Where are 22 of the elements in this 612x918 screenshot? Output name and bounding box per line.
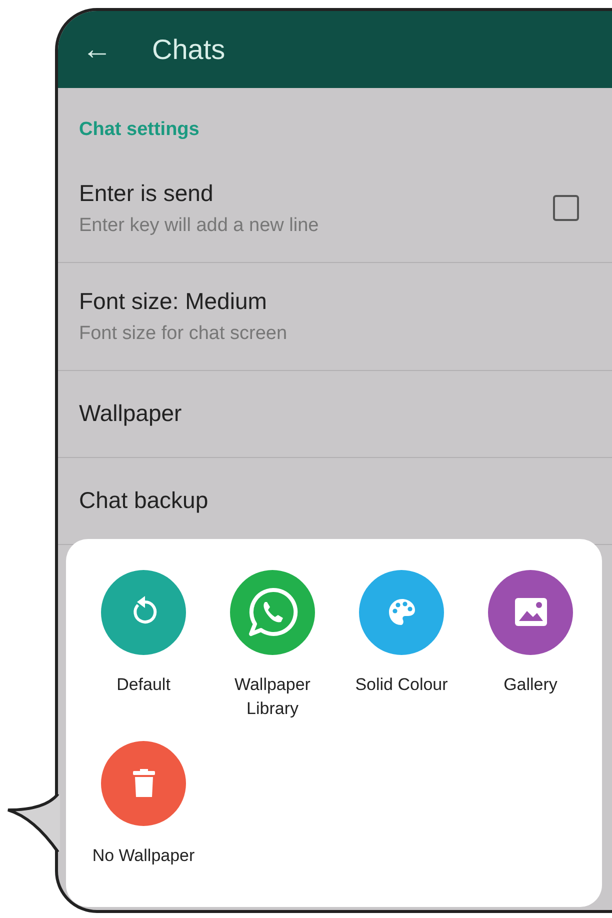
setting-subtitle: Enter key will add a new line — [79, 214, 320, 238]
setting-title: Wallpaper — [79, 399, 183, 428]
setting-subtitle: Font size for chat screen — [79, 322, 288, 346]
option-label: Gallery — [502, 674, 558, 696]
wallpaper-option[interactable]: No Wallpaper — [79, 740, 208, 868]
settings-row[interactable]: Wallpaper — [58, 370, 612, 458]
option-label: Solid Colour — [354, 674, 449, 696]
option-label: Wallpaper Library — [234, 674, 312, 720]
option-label: No Wallpaper — [91, 844, 196, 866]
wallpaper-option[interactable]: Solid Colour — [337, 570, 466, 720]
wallpaper-option[interactable]: Gallery — [466, 570, 595, 720]
setting-title: Chat backup — [79, 486, 210, 516]
settings-row[interactable]: Font size: Medium Font size for chat screen — [58, 262, 612, 370]
settings-row[interactable]: Enter is send Enter key will add a new line — [58, 154, 612, 262]
wallpaper-option[interactable]: Default — [79, 570, 208, 720]
wallpaper-option[interactable]: Wallpaper Library — [208, 570, 337, 720]
option-label: Default — [116, 674, 172, 696]
setting-title: Enter is send — [79, 178, 214, 208]
header-title: Chats — [152, 32, 226, 66]
back-button[interactable]: ← — [82, 34, 112, 64]
setting-title: Font size: Medium — [79, 286, 268, 316]
section-heading: Chat settings — [79, 119, 200, 140]
